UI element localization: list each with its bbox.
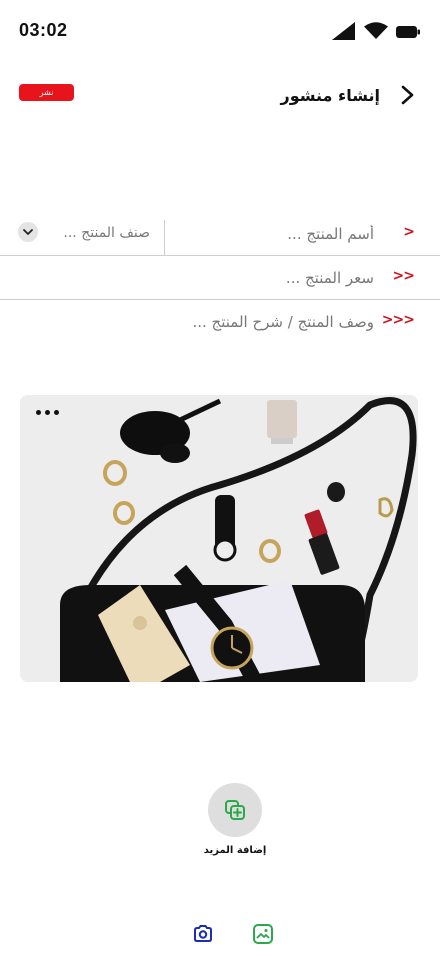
- field-divider: [164, 220, 165, 256]
- required-marker: >: [403, 224, 415, 240]
- bottom-toolbar: [0, 920, 440, 950]
- required-marker: >>>: [381, 312, 415, 328]
- status-time: 03:02: [19, 20, 68, 40]
- wifi-icon: [364, 22, 388, 44]
- category-select[interactable]: صنف المنتج ...: [18, 218, 158, 250]
- more-options-button[interactable]: [34, 403, 64, 419]
- product-name-input[interactable]: [174, 218, 374, 250]
- product-description-row: >>>: [0, 300, 440, 344]
- product-price-row: >>: [0, 256, 440, 300]
- add-more-button[interactable]: [208, 783, 262, 837]
- category-label: صنف المنتج ...: [63, 225, 150, 241]
- page-title: إنشاء منشور: [280, 86, 381, 105]
- product-price-input[interactable]: [74, 262, 374, 294]
- gallery-button[interactable]: [252, 923, 274, 945]
- camera-button[interactable]: [192, 923, 214, 945]
- add-more-label: إضافة المزيد: [203, 845, 267, 856]
- product-photo: [20, 395, 418, 682]
- signal-icon: [332, 22, 356, 44]
- back-button[interactable]: [394, 82, 420, 108]
- product-name-row: > صنف المنتج ...: [0, 212, 440, 256]
- required-marker: >>: [392, 268, 415, 284]
- product-description-input[interactable]: [44, 306, 374, 338]
- post-form: > صنف المنتج ... >> >>>: [0, 212, 440, 344]
- status-bar: 03:02: [0, 0, 440, 62]
- status-icons: [332, 22, 420, 44]
- header: إنشاء منشور نشر: [0, 78, 440, 118]
- image-gallery-icon: [253, 924, 273, 944]
- camera-icon: [194, 925, 212, 942]
- chevron-left-icon: [401, 85, 414, 105]
- publish-button[interactable]: نشر: [19, 84, 74, 101]
- battery-icon: [396, 24, 420, 43]
- product-image-card[interactable]: [20, 395, 418, 682]
- chevron-down-icon: [18, 222, 38, 242]
- add-copy-icon: [225, 800, 245, 820]
